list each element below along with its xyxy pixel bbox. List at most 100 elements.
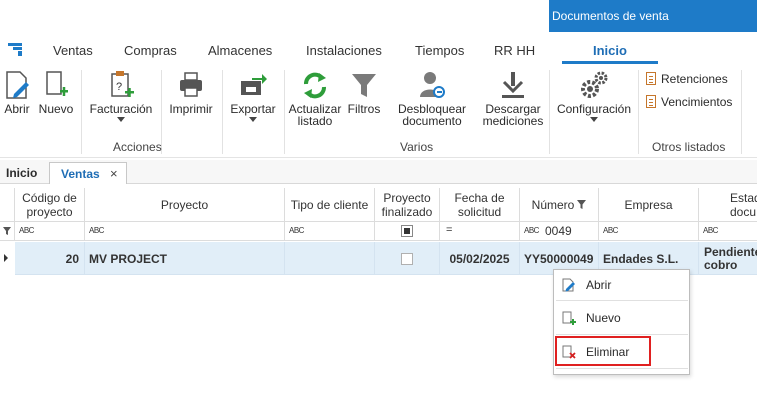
text-filter-icon: ABC bbox=[289, 226, 304, 235]
filtros-button[interactable]: Filtros bbox=[346, 70, 382, 115]
vencimientos-label: Vencimientos bbox=[661, 95, 733, 109]
refresh-icon bbox=[304, 72, 326, 99]
filter-row-indicator bbox=[0, 222, 15, 241]
gears-icon bbox=[581, 71, 608, 98]
printer-icon bbox=[180, 72, 202, 97]
filter-checkbox[interactable] bbox=[401, 225, 413, 237]
nuevo-label: Nuevo bbox=[38, 102, 74, 116]
column-header-fecha[interactable]: Fecha de solicitud bbox=[440, 188, 520, 222]
descargar-label-2: mediciones bbox=[482, 114, 544, 128]
document-list-icon bbox=[646, 72, 656, 85]
header-line: Código de bbox=[22, 190, 77, 205]
descargar-mediciones-button[interactable]: Descargar mediciones bbox=[482, 70, 544, 127]
nuevo-button[interactable]: Nuevo bbox=[37, 70, 75, 115]
group-separator bbox=[81, 70, 82, 154]
text-filter-icon: ABC bbox=[524, 226, 539, 235]
context-menu-label: Nuevo bbox=[586, 311, 621, 325]
tab-instalaciones[interactable]: Instalaciones bbox=[306, 43, 382, 58]
export-icon bbox=[241, 74, 267, 95]
group-label-varios: Varios bbox=[400, 140, 434, 154]
configuracion-button[interactable]: Configuración bbox=[556, 70, 632, 122]
column-header-empresa[interactable]: Empresa bbox=[599, 188, 699, 222]
vencimientos-link[interactable]: Vencimientos bbox=[646, 95, 732, 109]
actualizar-listado-button[interactable]: Actualizar listado bbox=[287, 70, 343, 127]
title-bar: Documentos de venta bbox=[0, 0, 757, 32]
column-header-numero[interactable]: Número bbox=[520, 188, 599, 222]
cell-fecha[interactable]: 05/02/2025 bbox=[440, 242, 520, 275]
open-document-icon bbox=[6, 71, 29, 99]
finalizado-checkbox[interactable] bbox=[401, 252, 413, 265]
filter-tipo-cliente[interactable]: ABC bbox=[285, 222, 375, 241]
header-line: Proyecto bbox=[160, 197, 209, 212]
svg-text:?: ? bbox=[116, 81, 122, 93]
group-label-otros-listados: Otros listados bbox=[652, 140, 726, 154]
header-line: solicitud bbox=[457, 204, 502, 219]
unlock-user-icon bbox=[420, 72, 445, 98]
filter-icon bbox=[3, 227, 11, 235]
tab-tiempos[interactable]: Tiempos bbox=[415, 43, 464, 58]
cell-tipo-cliente[interactable] bbox=[285, 242, 375, 275]
context-menu-item-nuevo[interactable]: Nuevo bbox=[554, 303, 690, 333]
filter-numero[interactable]: ABC 0049 bbox=[520, 222, 599, 241]
menu-divider bbox=[556, 368, 688, 369]
filtros-label: Filtros bbox=[347, 102, 381, 116]
tab-ventas-document[interactable]: Ventas × bbox=[49, 162, 127, 184]
abrir-label: Abrir bbox=[4, 102, 30, 116]
text-filter-icon: ABC bbox=[603, 226, 618, 235]
tab-ventas[interactable]: Ventas bbox=[53, 43, 93, 58]
abrir-button[interactable]: Abrir bbox=[3, 70, 31, 115]
group-separator bbox=[549, 70, 550, 154]
cell-codigo[interactable]: 20 bbox=[15, 242, 85, 275]
chevron-down-icon bbox=[249, 117, 257, 122]
cell-finalizado[interactable] bbox=[375, 242, 440, 275]
menu-bar: Ventas Compras Almacenes Instalaciones T… bbox=[0, 36, 757, 64]
close-icon[interactable]: × bbox=[110, 166, 118, 181]
window-title-tab[interactable]: Documentos de venta bbox=[549, 0, 757, 32]
new-document-icon bbox=[562, 311, 576, 325]
column-header-estado[interactable]: Estad docu bbox=[699, 188, 757, 222]
ribbon: Abrir Nuevo ? Facturación Imprimir Expor… bbox=[0, 64, 757, 158]
filter-finalizado[interactable] bbox=[375, 222, 440, 241]
tab-ventas-label: Ventas bbox=[61, 167, 100, 181]
tab-almacenes[interactable]: Almacenes bbox=[208, 43, 272, 58]
column-header-finalizado[interactable]: Proyecto finalizado bbox=[375, 188, 440, 222]
actualizar-label-2: listado bbox=[297, 114, 333, 128]
tab-compras[interactable]: Compras bbox=[124, 43, 177, 58]
header-line: Número bbox=[531, 197, 575, 212]
filter-estado[interactable]: ABC bbox=[699, 222, 757, 241]
cell-estado[interactable]: Pendiente cobro bbox=[699, 242, 757, 275]
desbloquear-documento-button[interactable]: Desbloquear documento bbox=[396, 70, 468, 127]
filter-fecha[interactable]: = bbox=[440, 222, 520, 241]
context-menu-label: Abrir bbox=[586, 278, 612, 292]
column-header-tipo-cliente[interactable]: Tipo de cliente bbox=[285, 188, 375, 222]
invoice-clipboard-icon: ? bbox=[111, 71, 134, 97]
retenciones-link[interactable]: Retenciones bbox=[646, 72, 728, 86]
facturacion-button[interactable]: ? Facturación bbox=[88, 70, 154, 122]
eliminar-highlight-box bbox=[555, 336, 651, 366]
group-separator bbox=[284, 70, 285, 154]
context-menu-item-abrir[interactable]: Abrir bbox=[554, 270, 690, 300]
column-header-codigo[interactable]: Código de proyecto bbox=[15, 188, 85, 222]
desbloquear-label-2: documento bbox=[402, 114, 462, 128]
menu-divider bbox=[556, 300, 688, 301]
chevron-down-icon bbox=[590, 117, 598, 122]
cell-proyecto[interactable]: MV PROJECT bbox=[85, 242, 285, 275]
tab-rrhh[interactable]: RR HH bbox=[494, 43, 535, 58]
exportar-button[interactable]: Exportar bbox=[229, 70, 277, 122]
tab-inicio[interactable]: Inicio bbox=[593, 43, 627, 58]
header-line: docu bbox=[730, 204, 757, 219]
group-separator bbox=[222, 70, 223, 154]
filter-proyecto[interactable]: ABC bbox=[85, 222, 285, 241]
column-header-proyecto[interactable]: Proyecto bbox=[85, 188, 285, 222]
filter-numero-value: 0049 bbox=[545, 224, 572, 238]
header-line: proyecto bbox=[26, 204, 73, 219]
filter-codigo[interactable]: ABC bbox=[15, 222, 85, 241]
app-logo-icon[interactable] bbox=[8, 42, 23, 57]
header-line: Empresa bbox=[624, 197, 673, 212]
header-line: Proyecto bbox=[383, 190, 431, 205]
header-line: Fecha de bbox=[454, 190, 505, 205]
breadcrumb-home[interactable]: Inicio bbox=[6, 166, 37, 180]
filter-empresa[interactable]: ABC bbox=[599, 222, 699, 241]
chevron-down-icon bbox=[117, 117, 125, 122]
imprimir-button[interactable]: Imprimir bbox=[168, 70, 214, 115]
